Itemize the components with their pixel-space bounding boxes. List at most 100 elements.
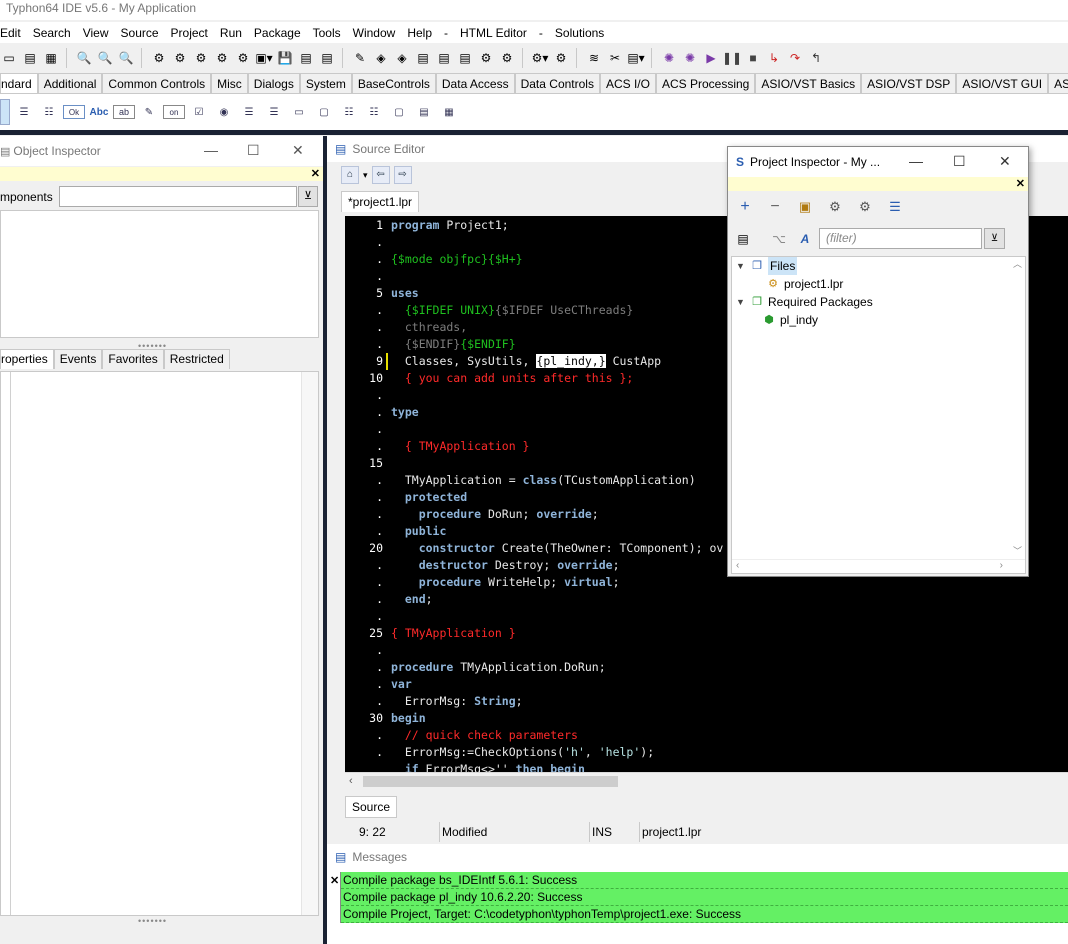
- collapse-icon[interactable]: ▼: [736, 293, 746, 311]
- code-line[interactable]: destructor Destroy; override;: [391, 557, 620, 574]
- new-item-icon[interactable]: ▤: [435, 49, 453, 67]
- message-line[interactable]: Compile Project, Target: C:\codetyphon\t…: [341, 906, 1068, 923]
- menu-solutions[interactable]: Solutions: [549, 23, 610, 43]
- code-line[interactable]: ErrorMsg:=CheckOptions('h', 'help');: [391, 744, 654, 761]
- property-grid[interactable]: [0, 371, 319, 916]
- step-into-icon[interactable]: ↳: [765, 49, 783, 67]
- tab-events[interactable]: Events: [53, 349, 103, 369]
- messages-close-icon[interactable]: ✕: [330, 874, 339, 887]
- code-line[interactable]: { TMyApplication }: [391, 438, 530, 455]
- code-line[interactable]: procedure WriteHelp; virtual;: [391, 574, 620, 591]
- frame-icon[interactable]: ▤: [413, 102, 435, 122]
- show-tree-icon[interactable]: ⌥: [768, 228, 790, 250]
- minimize-icon[interactable]: —: [909, 153, 923, 169]
- tree-node-project1-lpr[interactable]: ⚙ project1.lpr: [766, 275, 843, 293]
- waves-icon[interactable]: ≋: [585, 49, 603, 67]
- close-icon[interactable]: ✕: [292, 142, 304, 159]
- code-line[interactable]: constructor Create(TheOwner: TComponent)…: [391, 540, 724, 557]
- scroll-left-icon[interactable]: ‹: [349, 773, 353, 789]
- forward-icon[interactable]: ⇨: [393, 166, 412, 184]
- package-graph-icon[interactable]: ⚙: [234, 49, 252, 67]
- button-component-icon[interactable]: Ok: [63, 105, 85, 119]
- palette-tab-asio[interactable]: ASIO/: [1048, 73, 1068, 93]
- code-line[interactable]: // quick check parameters: [391, 727, 578, 744]
- sort-icon[interactable]: ☰: [884, 195, 906, 219]
- splitter-grip[interactable]: •••••••: [138, 916, 167, 926]
- code-line[interactable]: {$mode objfpc}{$H+}: [391, 251, 523, 268]
- palette-tab-ndard[interactable]: ndard: [0, 73, 38, 93]
- code-line[interactable]: procedure TMyApplication.DoRun;: [391, 659, 606, 676]
- home-icon[interactable]: ⌂: [341, 166, 359, 184]
- remove-icon[interactable]: −: [764, 195, 786, 219]
- tab-roperties[interactable]: roperties: [0, 349, 54, 369]
- code-line[interactable]: end;: [391, 591, 433, 608]
- menu-search[interactable]: Search: [27, 23, 77, 43]
- dock-close-icon[interactable]: ✕: [311, 167, 320, 180]
- tab-favorites[interactable]: Favorites: [102, 349, 164, 369]
- actionlist-icon[interactable]: ▦: [438, 102, 460, 122]
- project-options-icon[interactable]: ▤: [456, 49, 474, 67]
- options-2-icon[interactable]: ⚙: [854, 195, 876, 219]
- checkbox-icon[interactable]: ☑: [188, 102, 210, 122]
- maximize-icon[interactable]: ☐: [953, 153, 966, 170]
- run-options-icon[interactable]: ✺: [660, 49, 678, 67]
- tree-horizontal-scrollbar[interactable]: ‹ ›: [732, 559, 1025, 573]
- stop-icon[interactable]: ■: [744, 49, 762, 67]
- toggle-form-icon[interactable]: ◈: [372, 49, 390, 67]
- save-all-icon[interactable]: ▦: [42, 49, 60, 67]
- menu-view[interactable]: View: [77, 23, 115, 43]
- scroll-right-icon[interactable]: ›: [1000, 560, 1003, 571]
- palette-tab-common-controls[interactable]: Common Controls: [102, 73, 212, 93]
- main-menu-icon[interactable]: ☰: [13, 102, 35, 122]
- collapse-icon[interactable]: ▼: [736, 257, 746, 275]
- checkgroup-icon[interactable]: ☷: [363, 102, 385, 122]
- debug-icon[interactable]: ⚙: [498, 49, 516, 67]
- palette-pointer-selection[interactable]: [0, 99, 10, 125]
- palette-tab-acs-processing[interactable]: ACS Processing: [655, 73, 756, 93]
- component-tree[interactable]: [0, 210, 319, 338]
- menu-run[interactable]: Run: [214, 23, 248, 43]
- messages-list[interactable]: Compile package bs_IDEIntf 5.6.1: Succes…: [340, 872, 1068, 923]
- menu-package[interactable]: Package: [248, 23, 307, 43]
- edit-component-icon[interactable]: ab: [113, 105, 135, 119]
- dropdown-icon[interactable]: ▾: [363, 170, 368, 181]
- open-icon[interactable]: ▣: [794, 195, 816, 219]
- code-line[interactable]: type: [391, 404, 419, 421]
- open-file-icon[interactable]: ▤: [318, 49, 336, 67]
- minimize-icon[interactable]: —: [204, 142, 218, 158]
- find-in-files-icon[interactable]: 🔍: [117, 49, 135, 67]
- package-install-icon[interactable]: ⚙: [213, 49, 231, 67]
- groupbox-icon[interactable]: ▢: [313, 102, 335, 122]
- tree-node-pl-indy[interactable]: ⬢ pl_indy: [762, 311, 818, 329]
- message-line[interactable]: Compile package bs_IDEIntf 5.6.1: Succes…: [341, 872, 1068, 889]
- code-line[interactable]: TMyApplication = class(TCustomApplicatio…: [391, 472, 696, 489]
- package-open-icon[interactable]: ⚙: [192, 49, 210, 67]
- tree-node-required-packages[interactable]: ▼ ❐ Required Packages: [736, 293, 873, 311]
- code-line[interactable]: public: [391, 523, 447, 540]
- clear-filter-icon[interactable]: ⊻: [984, 228, 1005, 249]
- tab-restricted[interactable]: Restricted: [163, 349, 230, 369]
- window-list-icon[interactable]: ▤▾: [627, 49, 645, 67]
- view-forms-icon[interactable]: ▤: [414, 49, 432, 67]
- code-line[interactable]: uses: [391, 285, 419, 302]
- back-icon[interactable]: ⇦: [371, 166, 390, 184]
- menu-help[interactable]: Help: [401, 23, 438, 43]
- tools-icon[interactable]: ✂: [606, 49, 624, 67]
- edit-form-icon[interactable]: ✎: [351, 49, 369, 67]
- code-line[interactable]: Classes, SysUtils, {pl_indy,} CustApp: [391, 353, 661, 370]
- step-out-icon[interactable]: ↰: [807, 49, 825, 67]
- open-project-icon[interactable]: ⚙: [150, 49, 168, 67]
- code-line[interactable]: ErrorMsg: String;: [391, 693, 523, 710]
- filter-input[interactable]: (filter): [819, 228, 982, 249]
- project-tree-icon[interactable]: ⚙: [552, 49, 570, 67]
- palette-tab-misc[interactable]: Misc: [211, 73, 248, 93]
- find-next-icon[interactable]: 🔍: [96, 49, 114, 67]
- label-component-icon[interactable]: Abc: [88, 102, 110, 122]
- panel-icon[interactable]: ▢: [388, 102, 410, 122]
- tab-source[interactable]: Source: [345, 796, 398, 818]
- save-as-icon[interactable]: ▤: [297, 49, 315, 67]
- new-unit-icon[interactable]: ▭: [0, 49, 18, 67]
- compile-icon[interactable]: ⚙: [477, 49, 495, 67]
- dock-close-icon[interactable]: ✕: [1016, 177, 1025, 190]
- view-units-icon[interactable]: ◈: [393, 49, 411, 67]
